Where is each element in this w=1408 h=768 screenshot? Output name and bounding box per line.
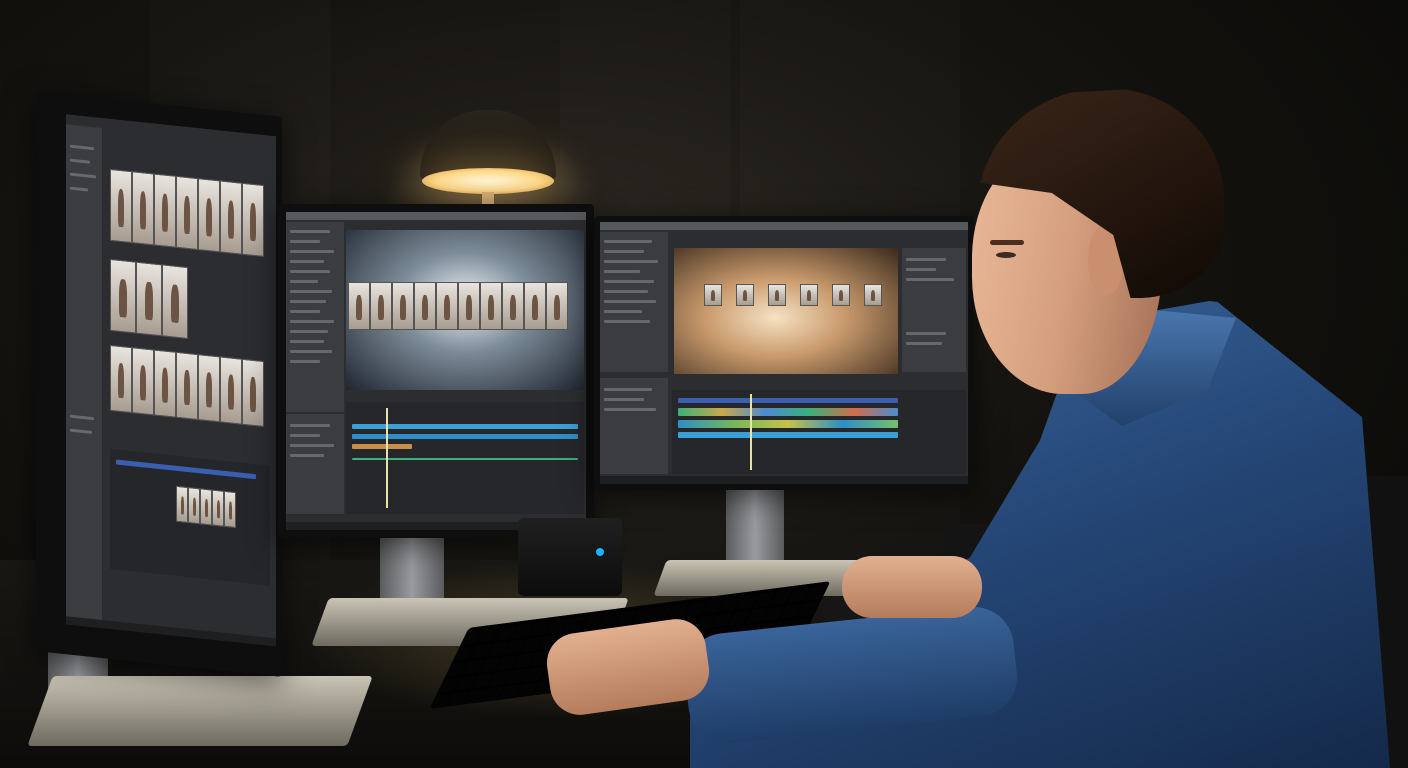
left-monitor-screen xyxy=(66,114,276,647)
clip-thumbnail xyxy=(832,284,850,306)
playhead xyxy=(750,394,752,470)
clip-thumbnail xyxy=(224,490,236,529)
source-panel xyxy=(286,414,344,514)
photo-scene xyxy=(0,0,1408,768)
right-monitor-screen xyxy=(600,222,968,484)
right-hand xyxy=(842,556,982,618)
media-browser xyxy=(600,378,668,474)
clip-thumbnail xyxy=(212,489,224,527)
clip-thumbnail xyxy=(480,282,502,330)
menu-bar xyxy=(600,222,968,230)
clip-thumbnail xyxy=(176,485,188,524)
clip-thumbnail xyxy=(242,358,264,428)
person-eye xyxy=(996,252,1016,258)
clip-thumbnail xyxy=(188,487,200,525)
timeline-track xyxy=(678,398,898,403)
timeline-track xyxy=(678,432,898,438)
clip-thumbnail xyxy=(436,282,458,330)
clip-thumbnail xyxy=(154,173,176,248)
clip-thumbnail xyxy=(458,282,480,330)
timeline-clips xyxy=(678,408,898,416)
clip-thumbnail xyxy=(502,282,524,330)
program-monitor-preview xyxy=(674,248,898,374)
clip-thumbnail xyxy=(162,264,188,340)
clip-thumbnail xyxy=(220,180,242,255)
speaker-box xyxy=(518,518,622,596)
clip-thumbnail xyxy=(110,258,136,334)
timeline-clip xyxy=(352,444,412,449)
center-monitor-screen xyxy=(286,212,586,530)
clip-thumbnail xyxy=(800,284,818,306)
clip-thumbnail xyxy=(198,178,220,253)
clip-thumbnail xyxy=(864,284,882,306)
clip-thumbnail xyxy=(110,168,132,244)
clip-thumbnail xyxy=(242,182,264,258)
lamp-bulb xyxy=(422,168,554,194)
taskbar xyxy=(66,616,276,647)
left-monitor-base xyxy=(27,676,373,746)
clip-thumbnail xyxy=(136,261,162,337)
left-monitor xyxy=(36,91,282,677)
clip-thumbnail xyxy=(524,282,546,330)
clip-thumbnail xyxy=(200,488,212,526)
timeline-clips xyxy=(678,420,898,428)
clip-thumbnail xyxy=(414,282,436,330)
clip-thumbnail xyxy=(736,284,754,306)
effect-controls-panel xyxy=(902,248,966,372)
clip-thumbnail xyxy=(370,282,392,330)
menu-bar xyxy=(286,212,586,220)
clip-thumbnail xyxy=(768,284,786,306)
clip-thumbnail xyxy=(176,175,198,251)
playhead xyxy=(386,408,388,508)
clip-thumbnail xyxy=(132,347,154,416)
clip-thumbnail xyxy=(110,344,132,414)
clip-thumbnail xyxy=(154,349,176,418)
person-brow xyxy=(990,240,1024,245)
clip-thumbnail xyxy=(704,284,722,306)
speaker-led xyxy=(596,548,604,556)
clip-thumbnail xyxy=(198,354,220,423)
clip-thumbnail xyxy=(348,282,370,330)
right-monitor xyxy=(594,216,974,490)
taskbar xyxy=(600,476,968,484)
clip-thumbnail xyxy=(546,282,568,330)
project-panel xyxy=(66,124,102,629)
clip-thumbnail xyxy=(220,356,242,425)
clip-thumbnail xyxy=(132,171,154,246)
clip-thumbnail xyxy=(392,282,414,330)
clip-thumbnail xyxy=(176,351,198,421)
center-monitor xyxy=(278,204,594,538)
